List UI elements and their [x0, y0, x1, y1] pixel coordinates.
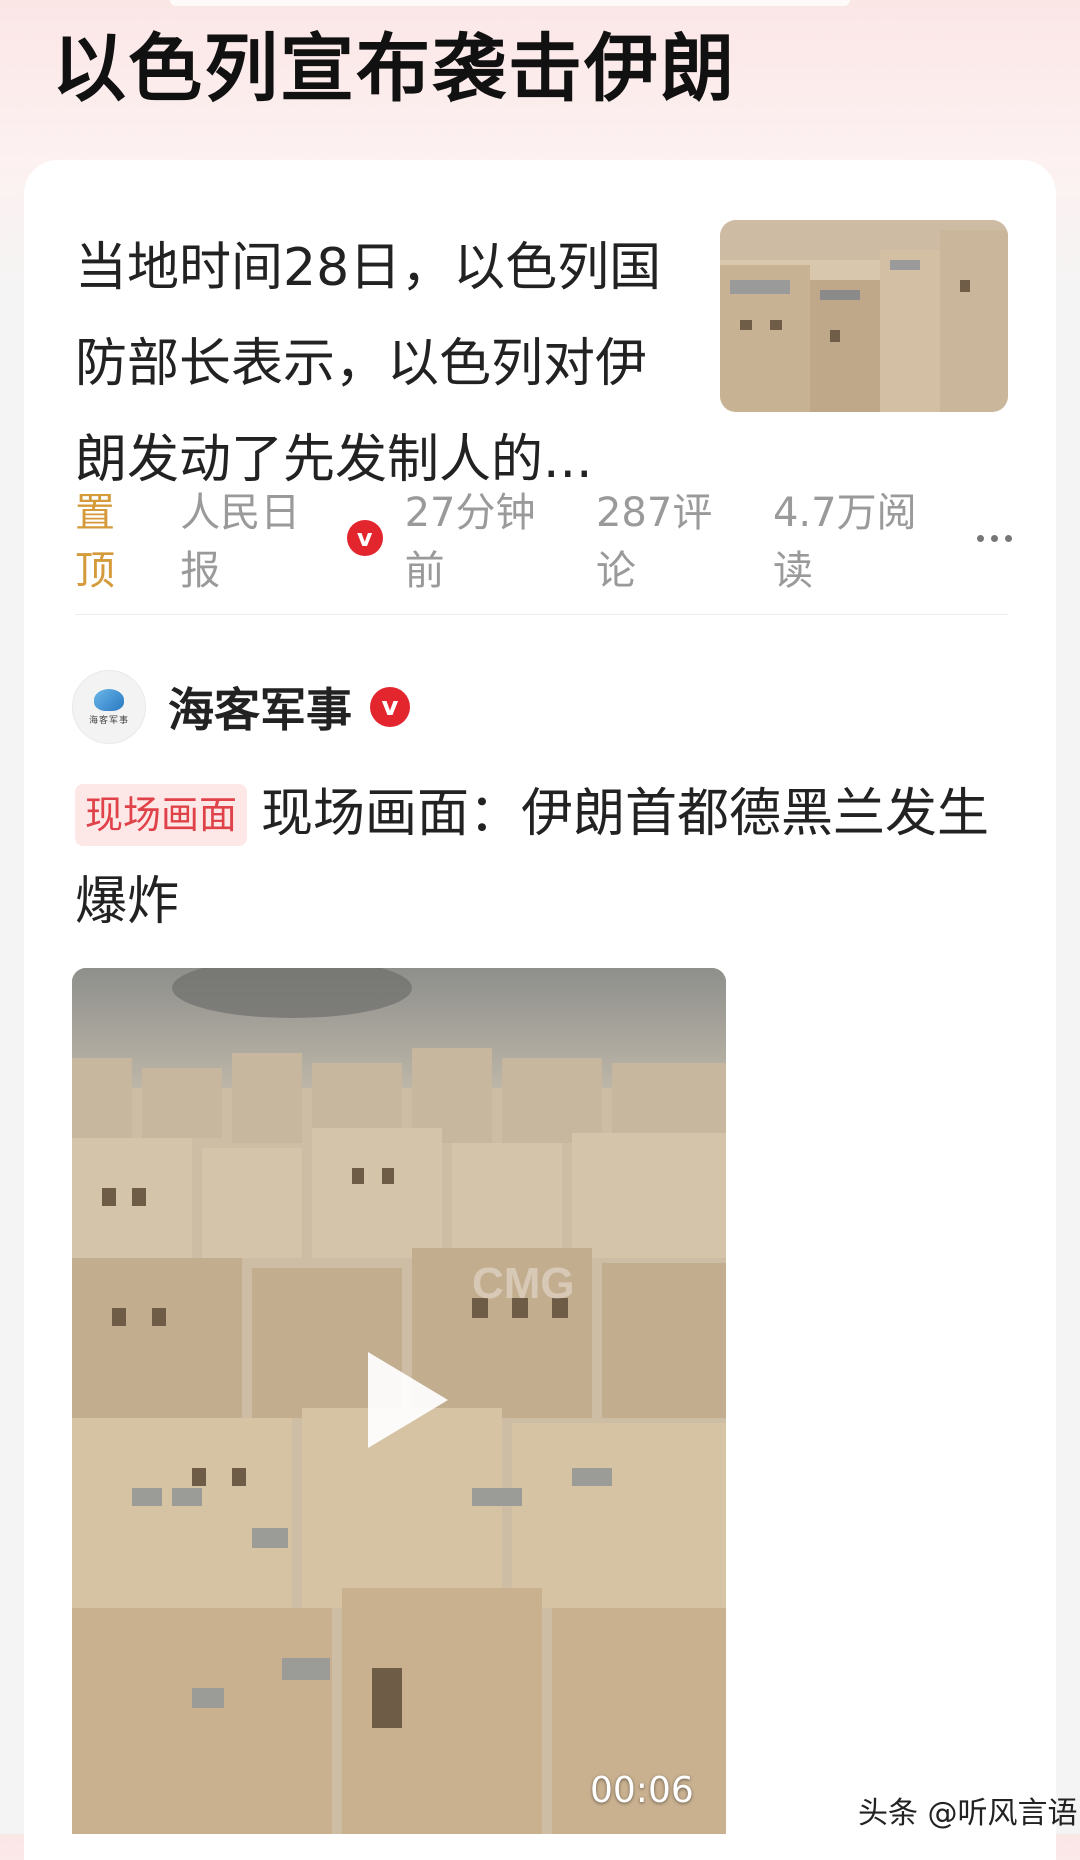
verified-icon: v: [370, 687, 410, 727]
footer-watermark: 头条 @听风言语: [858, 1796, 1078, 1831]
page-title: 以色列宣布袭击伊朗: [52, 26, 736, 112]
avatar[interactable]: 海客军事: [72, 670, 146, 744]
avatar-text: 海客军事: [88, 715, 129, 726]
source-name[interactable]: 人民日报: [180, 480, 339, 596]
category-tag: 现场画面: [75, 784, 248, 846]
top-strip: [170, 0, 850, 6]
read-count: 4.7万阅读: [772, 490, 917, 594]
story1-meta: 置顶 人民日报 v 27分钟前 287评论 4.7万阅读: [75, 490, 1020, 594]
video-duration: 00:06: [590, 1770, 694, 1811]
pinned-label: 置顶: [75, 490, 115, 594]
story1-thumbnail[interactable]: [720, 220, 1008, 412]
author-name[interactable]: 海客军事: [168, 674, 352, 740]
play-button[interactable]: [340, 1340, 450, 1460]
video-watermark: CMG: [472, 1259, 575, 1308]
divider: [75, 614, 1008, 615]
play-icon: [368, 1352, 448, 1448]
author-row[interactable]: 海客军事 海客军事 v: [72, 670, 432, 744]
more-options-icon[interactable]: [977, 534, 1020, 542]
story1-summary[interactable]: 当地时间28日，以色列国防部长表示，以色列对伊朗发动了先发制人的...: [75, 220, 695, 508]
publish-time: 27分钟前: [404, 490, 536, 594]
story2-headline-block[interactable]: 现场画面 现场画面：伊朗首都德黑兰发生爆炸: [75, 770, 1005, 946]
comment-count[interactable]: 287评论: [596, 480, 751, 596]
verified-icon: v: [346, 520, 383, 556]
avatar-logo-icon: [94, 688, 124, 711]
